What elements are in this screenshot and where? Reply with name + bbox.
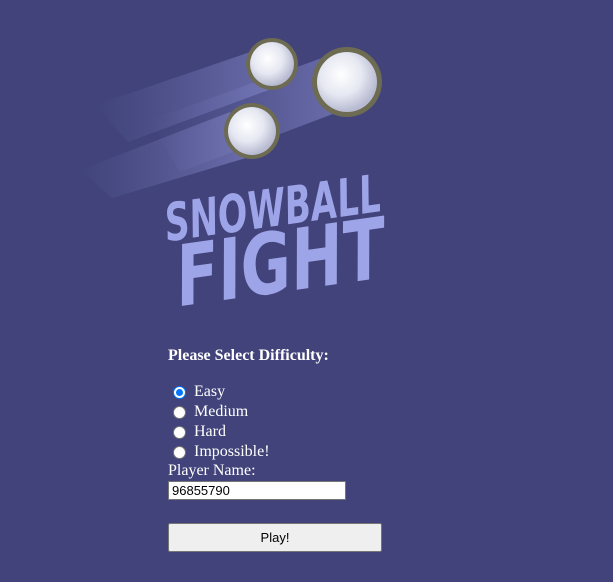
snowball-icon bbox=[312, 47, 382, 117]
difficulty-option-label: Medium bbox=[194, 403, 249, 420]
radio-medium[interactable] bbox=[173, 405, 186, 419]
snowball-icon bbox=[224, 103, 280, 159]
player-name-label: Player Name: bbox=[168, 462, 256, 479]
difficulty-options: Easy Medium Hard Impossible! bbox=[168, 382, 468, 462]
player-name-input[interactable] bbox=[168, 481, 346, 500]
page: SNOWBALL FIGHT Please Select Difficulty:… bbox=[0, 0, 613, 582]
snowball-fight-logo: SNOWBALL FIGHT bbox=[80, 38, 396, 320]
difficulty-option-label: Easy bbox=[194, 383, 226, 400]
play-button[interactable]: Play! bbox=[168, 523, 382, 552]
difficulty-option-impossible[interactable]: Impossible! bbox=[168, 442, 468, 462]
difficulty-option-easy[interactable]: Easy bbox=[168, 382, 468, 402]
difficulty-option-medium[interactable]: Medium bbox=[168, 402, 468, 422]
difficulty-option-label: Hard bbox=[194, 423, 226, 440]
radio-easy[interactable] bbox=[173, 385, 186, 399]
form-title: Please Select Difficulty: bbox=[168, 347, 329, 364]
radio-hard[interactable] bbox=[173, 425, 186, 439]
difficulty-form: Please Select Difficulty: Easy Medium Ha… bbox=[168, 346, 468, 552]
radio-impossible[interactable] bbox=[173, 445, 186, 459]
difficulty-option-hard[interactable]: Hard bbox=[168, 422, 468, 442]
difficulty-option-label: Impossible! bbox=[194, 443, 270, 460]
snowball-icon bbox=[246, 38, 298, 90]
